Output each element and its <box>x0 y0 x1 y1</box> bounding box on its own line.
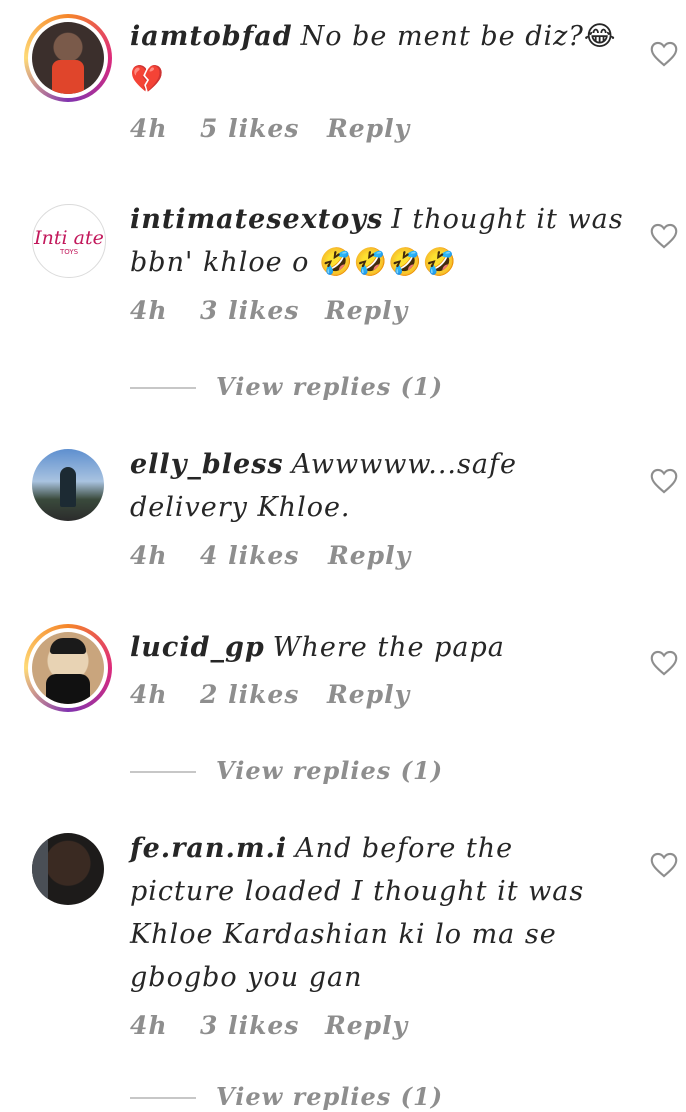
likes-count[interactable]: 5 likes <box>200 114 299 143</box>
avatar[interactable]: Inti ate TOYS <box>32 204 106 278</box>
comment-text: No be ment be diz? <box>300 21 584 52</box>
view-replies-label: View replies (1) <box>216 756 444 785</box>
view-replies-button[interactable]: View replies (1) <box>130 372 450 402</box>
heart-icon[interactable] <box>650 223 678 249</box>
username[interactable]: iamtobfad <box>130 21 293 52</box>
reply-button[interactable]: Reply <box>325 296 408 325</box>
avatar-logo-text: Inti ate <box>34 227 104 249</box>
username[interactable]: elly_bless <box>130 449 284 480</box>
heart-icon[interactable] <box>650 650 678 676</box>
likes-count[interactable]: 3 likes <box>200 296 299 325</box>
view-replies-label: View replies (1) <box>216 372 444 401</box>
heart-icon[interactable] <box>650 468 678 494</box>
reply-button[interactable]: Reply <box>327 114 410 143</box>
timestamp: 4h <box>130 541 168 570</box>
comment-emoji: 🤣🤣🤣🤣 <box>319 247 458 278</box>
username[interactable]: lucid_gp <box>130 632 265 663</box>
avatar-logo-subtext: TOYS <box>59 248 79 256</box>
reply-button[interactable]: Reply <box>325 1011 408 1040</box>
username[interactable]: intimatesextoys <box>130 204 383 235</box>
view-replies-button[interactable]: View replies (1) <box>130 1082 450 1112</box>
divider-line <box>130 387 196 389</box>
username[interactable]: fe.ran.m.i <box>130 833 287 864</box>
timestamp: 4h <box>130 114 168 143</box>
divider-line <box>130 1097 196 1099</box>
divider-line <box>130 771 196 773</box>
likes-count[interactable]: 2 likes <box>200 680 299 709</box>
reply-button[interactable]: Reply <box>327 680 410 709</box>
view-replies-label: View replies (1) <box>216 1082 444 1111</box>
likes-count[interactable]: 4 likes <box>200 541 299 570</box>
view-replies-button[interactable]: View replies (1) <box>130 756 450 786</box>
avatar[interactable] <box>32 449 104 521</box>
avatar[interactable] <box>32 833 104 905</box>
timestamp: 4h <box>130 296 168 325</box>
avatar <box>32 632 104 704</box>
story-ring[interactable] <box>24 14 112 102</box>
timestamp: 4h <box>130 680 168 709</box>
avatar <box>32 22 104 94</box>
comment-text: Where the papa <box>272 632 505 663</box>
heart-icon[interactable] <box>650 41 678 67</box>
likes-count[interactable]: 3 likes <box>200 1011 299 1040</box>
reply-button[interactable]: Reply <box>328 541 411 570</box>
timestamp: 4h <box>130 1011 168 1040</box>
heart-icon[interactable] <box>650 852 678 878</box>
story-ring[interactable] <box>24 624 112 712</box>
